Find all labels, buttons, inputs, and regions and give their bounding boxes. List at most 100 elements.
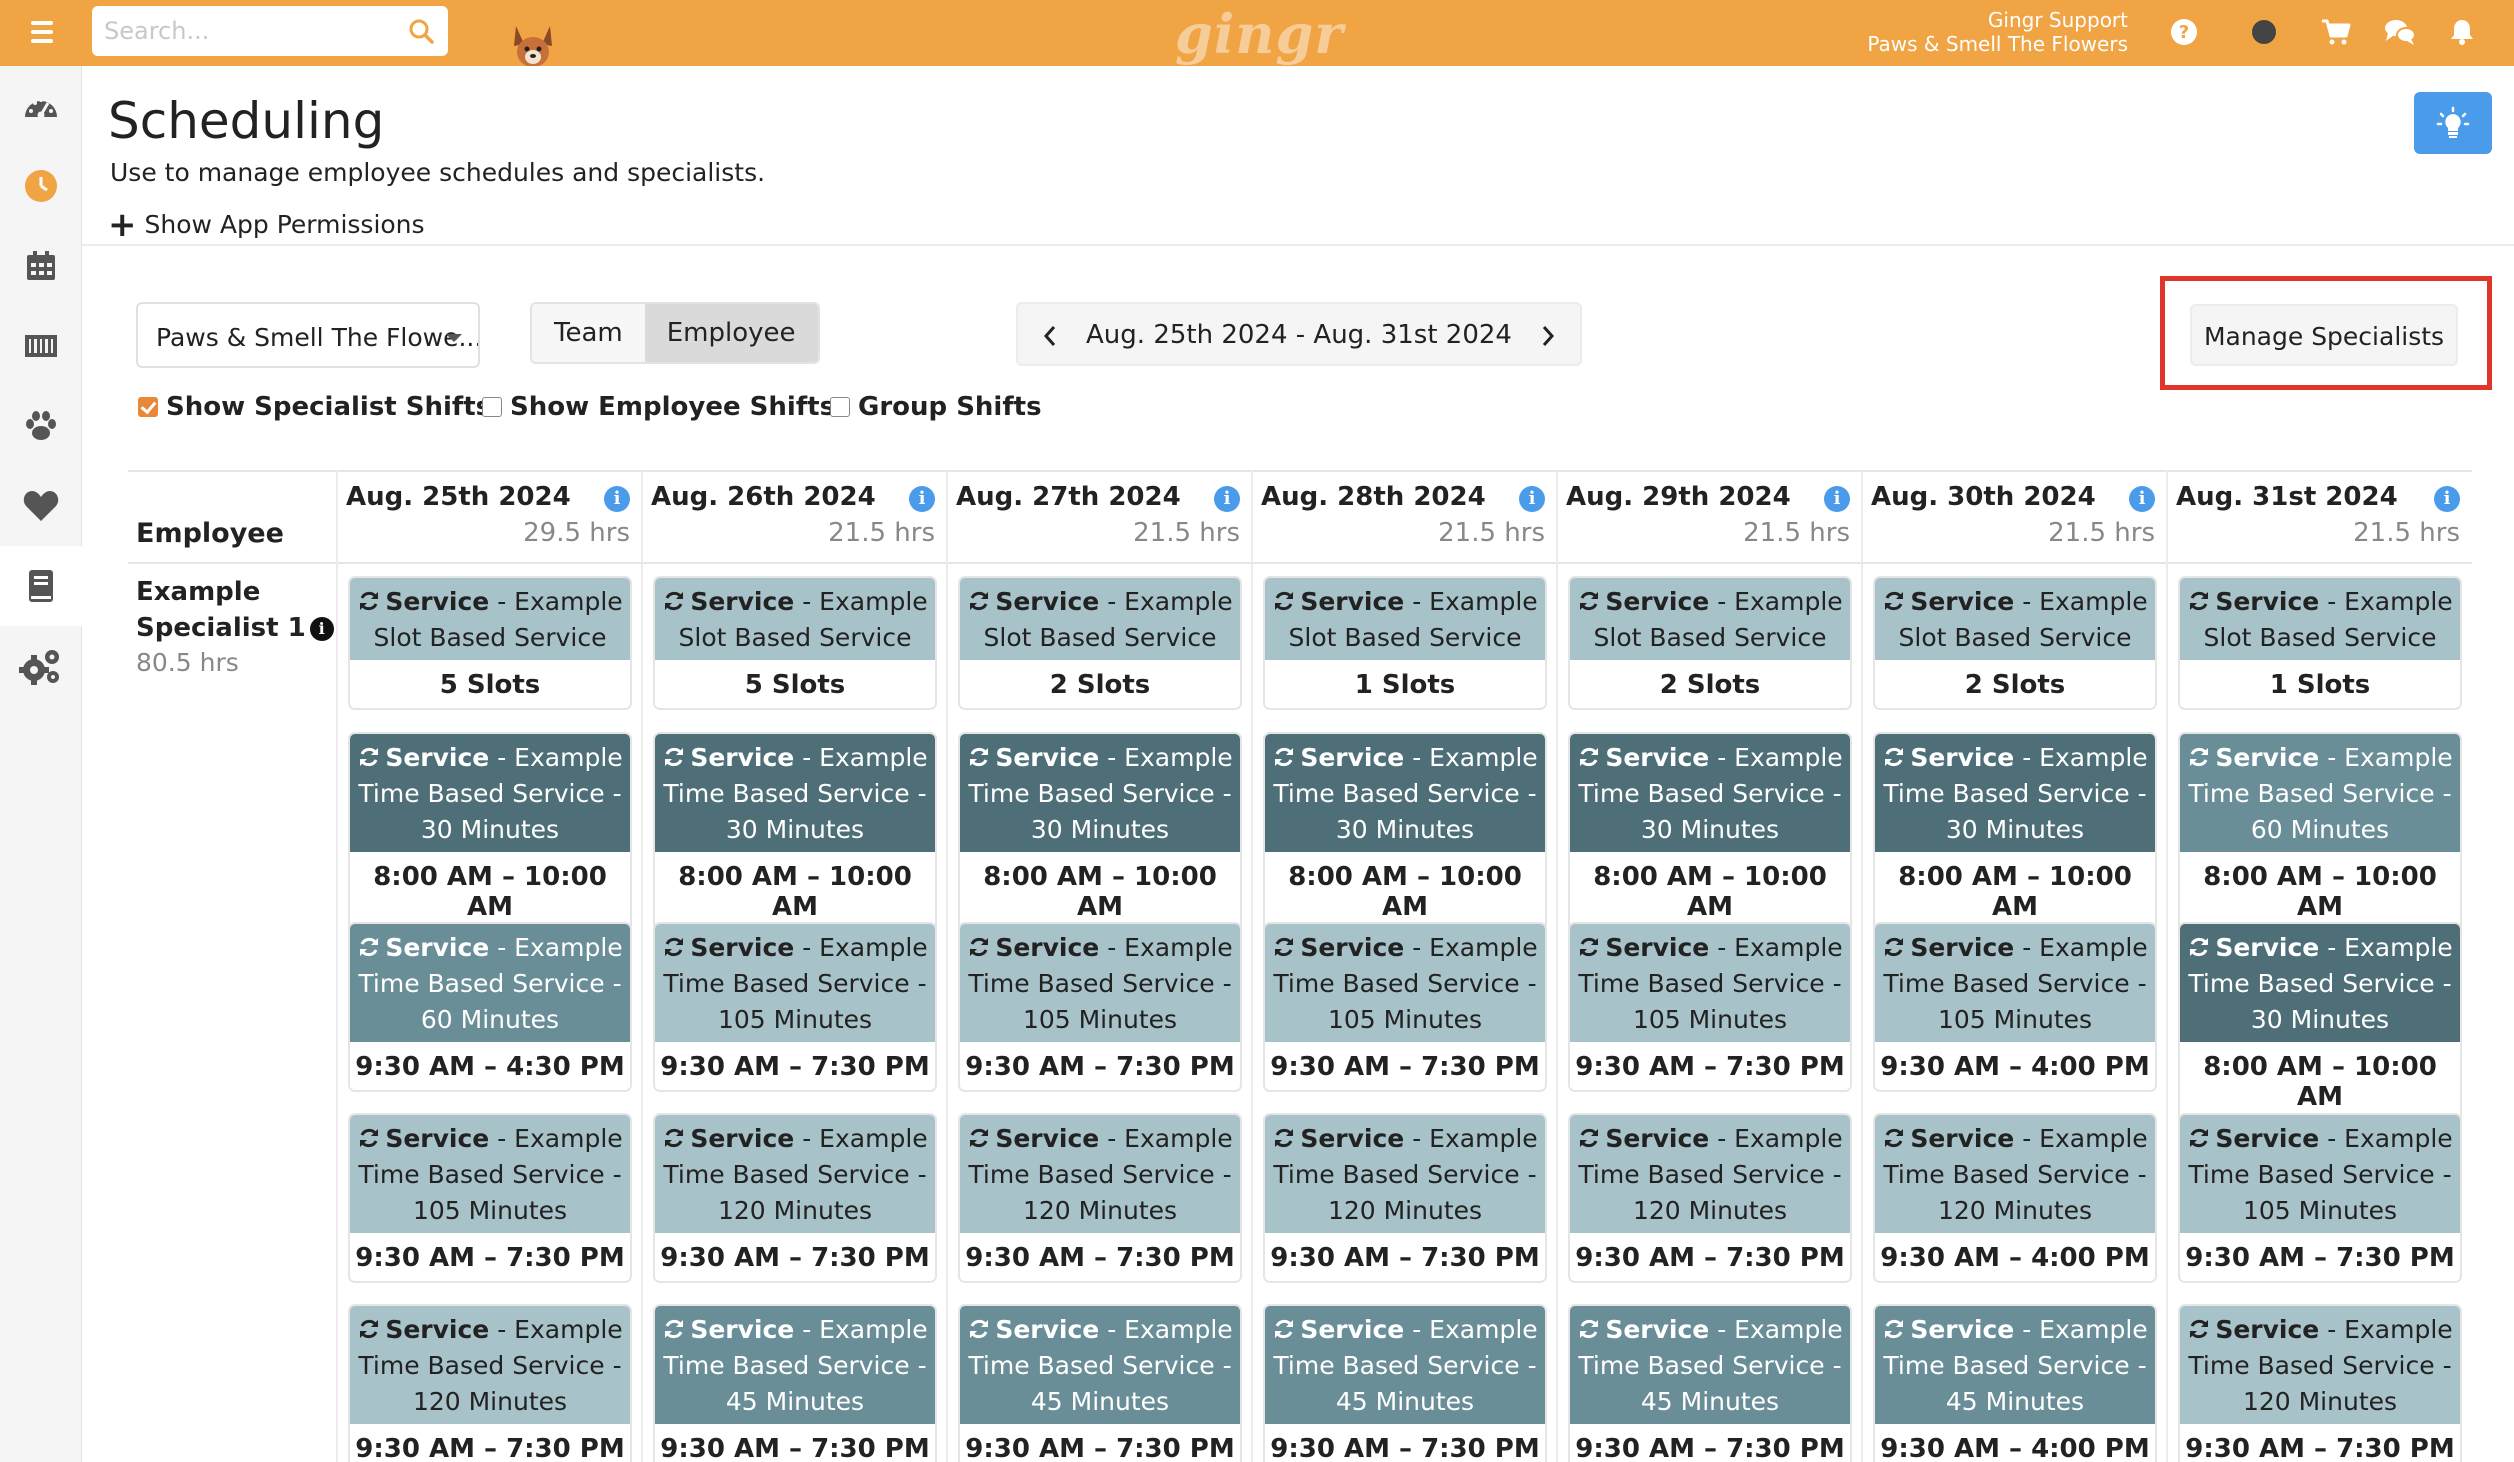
shift-card[interactable]: Service - Example Time Based Service - 3… (348, 732, 632, 932)
shift-card[interactable]: Service - Example Time Based Service - 1… (1873, 1113, 2157, 1283)
shift-card[interactable]: Service - Example Time Based Service - 3… (653, 732, 937, 932)
employee-button[interactable]: Employee (644, 304, 818, 362)
help-icon[interactable]: ? (2166, 14, 2202, 50)
shift-service: Service - Example Slot Based Service (1570, 578, 1850, 660)
service-label: Service (1300, 933, 1405, 962)
shift-card[interactable]: Service - Example Time Based Service - 1… (958, 922, 1242, 1092)
shift-card[interactable]: Service - Example Slot Based Service 2 Sl… (958, 576, 1242, 710)
shift-time: 9:30 AM – 7:30 PM (1570, 1424, 1850, 1462)
specialist-name[interactable]: Example Specialist 1i (136, 574, 334, 646)
shift-card[interactable]: Service - Example Time Based Service - 1… (1263, 1113, 1547, 1283)
shift-card[interactable]: Service - Example Time Based Service - 1… (348, 1304, 632, 1462)
info-icon[interactable]: i (1214, 486, 1240, 512)
shift-card[interactable]: Service - Example Slot Based Service 2 Sl… (1568, 576, 1852, 710)
book-icon[interactable] (0, 546, 82, 626)
shift-card[interactable]: Service - Example Time Based Service - 1… (348, 1113, 632, 1283)
shift-card[interactable]: Service - Example Time Based Service - 4… (958, 1304, 1242, 1462)
shift-card[interactable]: Service - Example Slot Based Service 1 Sl… (2178, 576, 2462, 710)
shift-card[interactable]: Service - Example Slot Based Service 2 Sl… (1873, 576, 2157, 710)
show-permissions-link[interactable]: + Show App Permissions (108, 208, 425, 242)
calendar-icon[interactable] (0, 226, 82, 306)
user-info[interactable]: Gingr Support Paws & Smell The Flowers (1867, 8, 2128, 56)
checkbox-unchecked[interactable] (482, 397, 502, 417)
shift-card[interactable]: Service - Example Time Based Service - 1… (1873, 922, 2157, 1092)
shift-card[interactable]: Service - Example Time Based Service - 6… (348, 922, 632, 1092)
shift-card[interactable]: Service - Example Time Based Service - 1… (653, 1113, 937, 1283)
shift-card[interactable]: Service - Example Time Based Service - 1… (2178, 1113, 2462, 1283)
info-icon[interactable]: i (1519, 486, 1545, 512)
date-range[interactable]: Aug. 25th 2024 - Aug. 31st 2024 (1078, 320, 1520, 350)
info-icon[interactable]: i (2434, 486, 2460, 512)
search-input[interactable] (104, 14, 384, 48)
shift-service: Service - Example Time Based Service - 3… (1265, 734, 1545, 852)
day-header: Aug. 29th 2024 i 21.5 hrs (1558, 480, 1858, 560)
day-header: Aug. 31st 2024 i 21.5 hrs (2168, 480, 2468, 560)
gears-icon[interactable] (0, 626, 82, 706)
shift-card[interactable]: Service - Example Time Based Service - 4… (1263, 1304, 1547, 1462)
specialist-name-line1: Example (136, 577, 261, 607)
shift-service: Service - Example Time Based Service - 1… (655, 924, 935, 1042)
service-label: Service (2215, 743, 2320, 772)
shift-card[interactable]: Service - Example Slot Based Service 1 Sl… (1263, 576, 1547, 710)
shift-card[interactable]: Service - Example Time Based Service - 4… (1873, 1304, 2157, 1462)
show-specialist-shifts-checkbox[interactable]: Show Specialist Shifts (138, 392, 491, 422)
lightbulb-button[interactable] (2414, 92, 2492, 154)
refresh-icon (360, 1319, 379, 1339)
info-icon[interactable]: i (604, 486, 630, 512)
barcode-icon[interactable] (0, 306, 82, 386)
shift-card[interactable]: Service - Example Time Based Service - 1… (1263, 922, 1547, 1092)
shift-service: Service - Example Time Based Service - 1… (1570, 1115, 1850, 1233)
chat-icon[interactable] (2382, 14, 2418, 50)
paw-icon[interactable] (0, 386, 82, 466)
shift-card[interactable]: Service - Example Slot Based Service 5 Sl… (653, 576, 937, 710)
chevron-right-icon[interactable] (1528, 316, 1568, 356)
menu-icon[interactable] (18, 12, 66, 52)
refresh-icon (1580, 937, 1599, 957)
shift-card[interactable]: Service - Example Time Based Service - 3… (2178, 922, 2462, 1122)
shift-time: 9:30 AM – 7:30 PM (655, 1424, 935, 1462)
chevron-left-icon[interactable] (1030, 316, 1070, 356)
show-permissions-label: Show App Permissions (144, 210, 425, 239)
shift-time: 9:30 AM – 4:30 PM (350, 1042, 630, 1090)
search-icon[interactable] (408, 18, 434, 44)
lightbulb-icon (2436, 106, 2470, 138)
heart-icon[interactable] (0, 466, 82, 546)
location-select[interactable]: Paws & Smell The Flowe... (136, 302, 480, 368)
clock-icon[interactable] (0, 146, 82, 226)
column-divider (2166, 470, 2168, 1462)
dashboard-icon[interactable] (0, 66, 82, 146)
shift-card[interactable]: Service - Example Time Based Service - 3… (958, 732, 1242, 932)
shift-card[interactable]: Service - Example Time Based Service - 1… (653, 922, 937, 1092)
shift-card[interactable]: Service - Example Time Based Service - 4… (1568, 1304, 1852, 1462)
shift-time: 9:30 AM – 7:30 PM (2180, 1424, 2460, 1462)
info-icon[interactable]: i (1824, 486, 1850, 512)
column-divider (946, 470, 948, 1462)
shift-card[interactable]: Service - Example Time Based Service - 3… (1568, 732, 1852, 932)
search-box[interactable] (92, 6, 448, 56)
show-employee-shifts-checkbox[interactable]: Show Employee Shifts (482, 392, 835, 422)
shift-card[interactable]: Service - Example Time Based Service - 4… (653, 1304, 937, 1462)
shift-card[interactable]: Service - Example Time Based Service - 6… (2178, 732, 2462, 932)
shift-service: Service - Example Time Based Service - 1… (960, 924, 1240, 1042)
group-shifts-checkbox[interactable]: Group Shifts (830, 392, 1042, 422)
day-header: Aug. 26th 2024 i 21.5 hrs (643, 480, 943, 560)
shift-card[interactable]: Service - Example Time Based Service - 3… (1263, 732, 1547, 932)
status-dot-icon[interactable] (2246, 14, 2282, 50)
service-label: Service (1300, 743, 1405, 772)
cart-icon[interactable] (2318, 14, 2354, 50)
bell-icon[interactable] (2444, 14, 2480, 50)
shift-card[interactable]: Service - Example Slot Based Service 5 Sl… (348, 576, 632, 710)
shift-card[interactable]: Service - Example Time Based Service - 1… (1568, 922, 1852, 1092)
shift-service: Service - Example Time Based Service - 1… (1570, 924, 1850, 1042)
shift-card[interactable]: Service - Example Time Based Service - 3… (1873, 732, 2157, 932)
info-icon[interactable]: i (309, 617, 334, 641)
checkbox-checked[interactable] (138, 397, 158, 417)
info-icon[interactable]: i (909, 486, 935, 512)
shift-card[interactable]: Service - Example Time Based Service - 1… (1568, 1113, 1852, 1283)
checkbox-unchecked[interactable] (830, 397, 850, 417)
shift-card[interactable]: Service - Example Time Based Service - 1… (2178, 1304, 2462, 1462)
info-icon[interactable]: i (2129, 486, 2155, 512)
team-button[interactable]: Team (532, 304, 645, 362)
column-divider (641, 470, 643, 1462)
shift-card[interactable]: Service - Example Time Based Service - 1… (958, 1113, 1242, 1283)
